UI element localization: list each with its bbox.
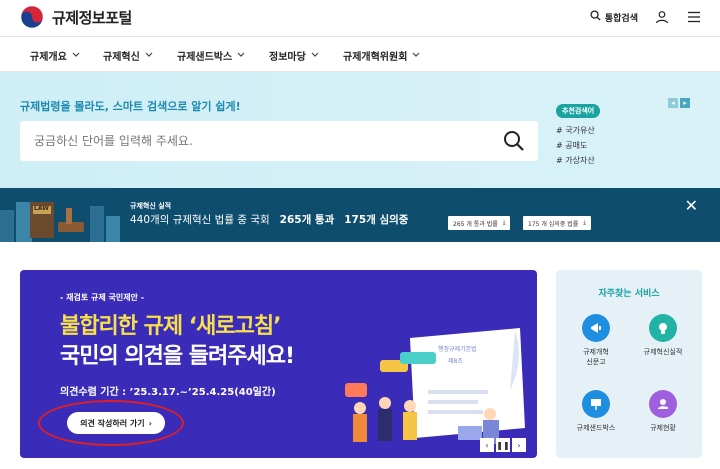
service-innovation-results[interactable]: 규제혁신실적 (628, 314, 698, 357)
reviewing-laws-label: 175 개 심의중 법률 (528, 220, 579, 228)
chevron-right-icon: › (148, 418, 152, 428)
keyword-tag[interactable]: # 국가유산 (556, 123, 600, 138)
site-header: 규제정보포털 통합검색 (0, 0, 720, 36)
main-nav: 규제개요 규제혁신 규제샌드박스 정보마당 규제개혁위원회 (0, 36, 720, 72)
nav-item-overview[interactable]: 규제개요 (30, 48, 80, 63)
prev-slide-icon[interactable]: ‹ (480, 438, 494, 452)
service-label: 규제샌드박스 (576, 424, 616, 432)
passed-laws-label: 265 개 통과 법률 (453, 220, 498, 228)
service-label: 규제현황 (650, 424, 676, 432)
pause-icon[interactable]: ❚❚ (496, 438, 510, 452)
download-icon: ⤓ (583, 219, 586, 226)
reviewing-laws-button[interactable]: 175 개 심의중 법률 ⤓ (523, 216, 591, 230)
service-status[interactable]: 규제현황 (628, 390, 698, 433)
passed-laws-button[interactable]: 265 개 통과 법률 ⤓ (448, 216, 511, 230)
chevron-down-icon (311, 50, 319, 61)
nav-item-label: 규제샌드박스 (177, 52, 233, 63)
presentation-icon (582, 390, 610, 418)
banner-summary-prefix: 440개의 규제혁신 법률 중 국회 (130, 214, 270, 226)
keyword-tag[interactable]: # 가상자산 (556, 153, 600, 168)
nav-item-label: 규제혁신 (103, 52, 140, 63)
promo-banner[interactable]: - 재검토 규제 국민제안 - 불합리한 규제 ‘새로고침’ 국민의 의견을 들… (20, 270, 537, 458)
doc-label-line1: 행정규제기본법 (438, 346, 477, 353)
promo-title-line2: 국민의 의견을 들려주세요! (60, 344, 295, 369)
services-title: 자주찾는 서비스 (598, 289, 660, 299)
write-opinion-label: 의견 작성하러 가기 (80, 418, 145, 428)
banner-title: 규제혁신 실적 (130, 202, 172, 210)
hand-coin-icon (649, 390, 677, 418)
search-all-label: 통합검색 (604, 13, 638, 24)
chevron-down-icon (237, 50, 245, 61)
nav-item-label: 정보마당 (269, 52, 306, 63)
banner-summary: 440개의 규제혁신 법률 중 국회 265개 통과 175개 심의중 (130, 212, 408, 227)
user-icon[interactable] (654, 9, 670, 25)
nav-item-label: 규제개요 (30, 52, 67, 63)
search-all-button[interactable]: 통합검색 (590, 10, 638, 24)
search-box (20, 121, 538, 161)
site-logo[interactable]: 규제정보포털 (20, 5, 132, 29)
nav-item-info[interactable]: 정보마당 (269, 48, 319, 63)
next-arrow-icon[interactable]: ▸ (680, 98, 690, 108)
taegeuk-logo-icon (20, 5, 44, 29)
write-opinion-button[interactable]: 의견 작성하러 가기 › (67, 412, 165, 434)
megaphone-icon (582, 314, 610, 342)
city-law-illustration (0, 202, 120, 242)
innovation-banner: LAW 규제혁신 실적 440개의 규제혁신 법률 중 국회 265개 통과 1… (0, 188, 720, 242)
chevron-down-icon (145, 50, 153, 61)
next-slide-icon[interactable]: › (512, 438, 526, 452)
menu-icon[interactable] (686, 9, 702, 25)
nav-item-innovation[interactable]: 규제혁신 (103, 48, 153, 63)
doc-label-line2: 제8조 (448, 358, 463, 365)
recommend-badge: 추천검색어 (556, 104, 601, 118)
service-sandbox[interactable]: 규제샌드박스 (561, 390, 631, 433)
nav-item-sandbox[interactable]: 규제샌드박스 (177, 48, 245, 63)
frequent-services: 자주찾는 서비스 규제개혁 신문고 규제혁신실적 규제샌드박스 규제현황 (556, 270, 702, 458)
keyword-pager: ◂ ▸ (668, 98, 690, 108)
hero-title: 규제법령을 몰라도, 스마트 검색으로 알기 쉽게! (20, 100, 241, 113)
download-icon: ⤓ (502, 219, 506, 226)
chevron-down-icon (412, 50, 420, 61)
search-icon (504, 131, 524, 151)
service-label: 규제혁신실적 (643, 348, 683, 356)
service-reform-petition[interactable]: 규제개혁 신문고 (561, 314, 631, 367)
promo-subtitle: - 재검토 규제 국민제안 - (60, 293, 145, 302)
search-input[interactable] (34, 131, 474, 151)
nav-item-label: 규제개혁위원회 (343, 52, 408, 63)
lightbulb-icon (649, 314, 677, 342)
logo-text: 규제정보포털 (52, 8, 132, 27)
nav-item-committee[interactable]: 규제개혁위원회 (343, 48, 420, 63)
chevron-down-icon (72, 50, 80, 61)
banner-passed-count: 265개 통과 (279, 214, 335, 226)
banner-reviewing-count: 175개 심의중 (344, 214, 409, 226)
search-icon (590, 10, 601, 24)
keyword-tag[interactable]: # 공매도 (556, 138, 600, 153)
service-label: 규제개혁 신문고 (583, 348, 609, 366)
recommend-keywords: 추천검색어 # 국가유산 # 공매도 # 가상자산 (556, 98, 601, 168)
promo-title-line1: 불합리한 규제 ‘새로고침’ (60, 314, 281, 339)
slide-controls: ‹ ❚❚ › (480, 438, 526, 452)
law-book-label: LAW (34, 205, 49, 212)
hero-search-section: 규제법령을 몰라도, 스마트 검색으로 알기 쉽게! 추천검색어 # 국가유산 … (0, 72, 720, 188)
promo-period: 의견수렴 기간 : ’25.3.17.~’25.4.25(40일간) (60, 387, 276, 398)
search-submit-button[interactable] (502, 129, 526, 153)
prev-arrow-icon[interactable]: ◂ (668, 98, 678, 108)
citizens-illustration (345, 328, 525, 444)
close-icon[interactable]: ✕ (685, 196, 698, 215)
